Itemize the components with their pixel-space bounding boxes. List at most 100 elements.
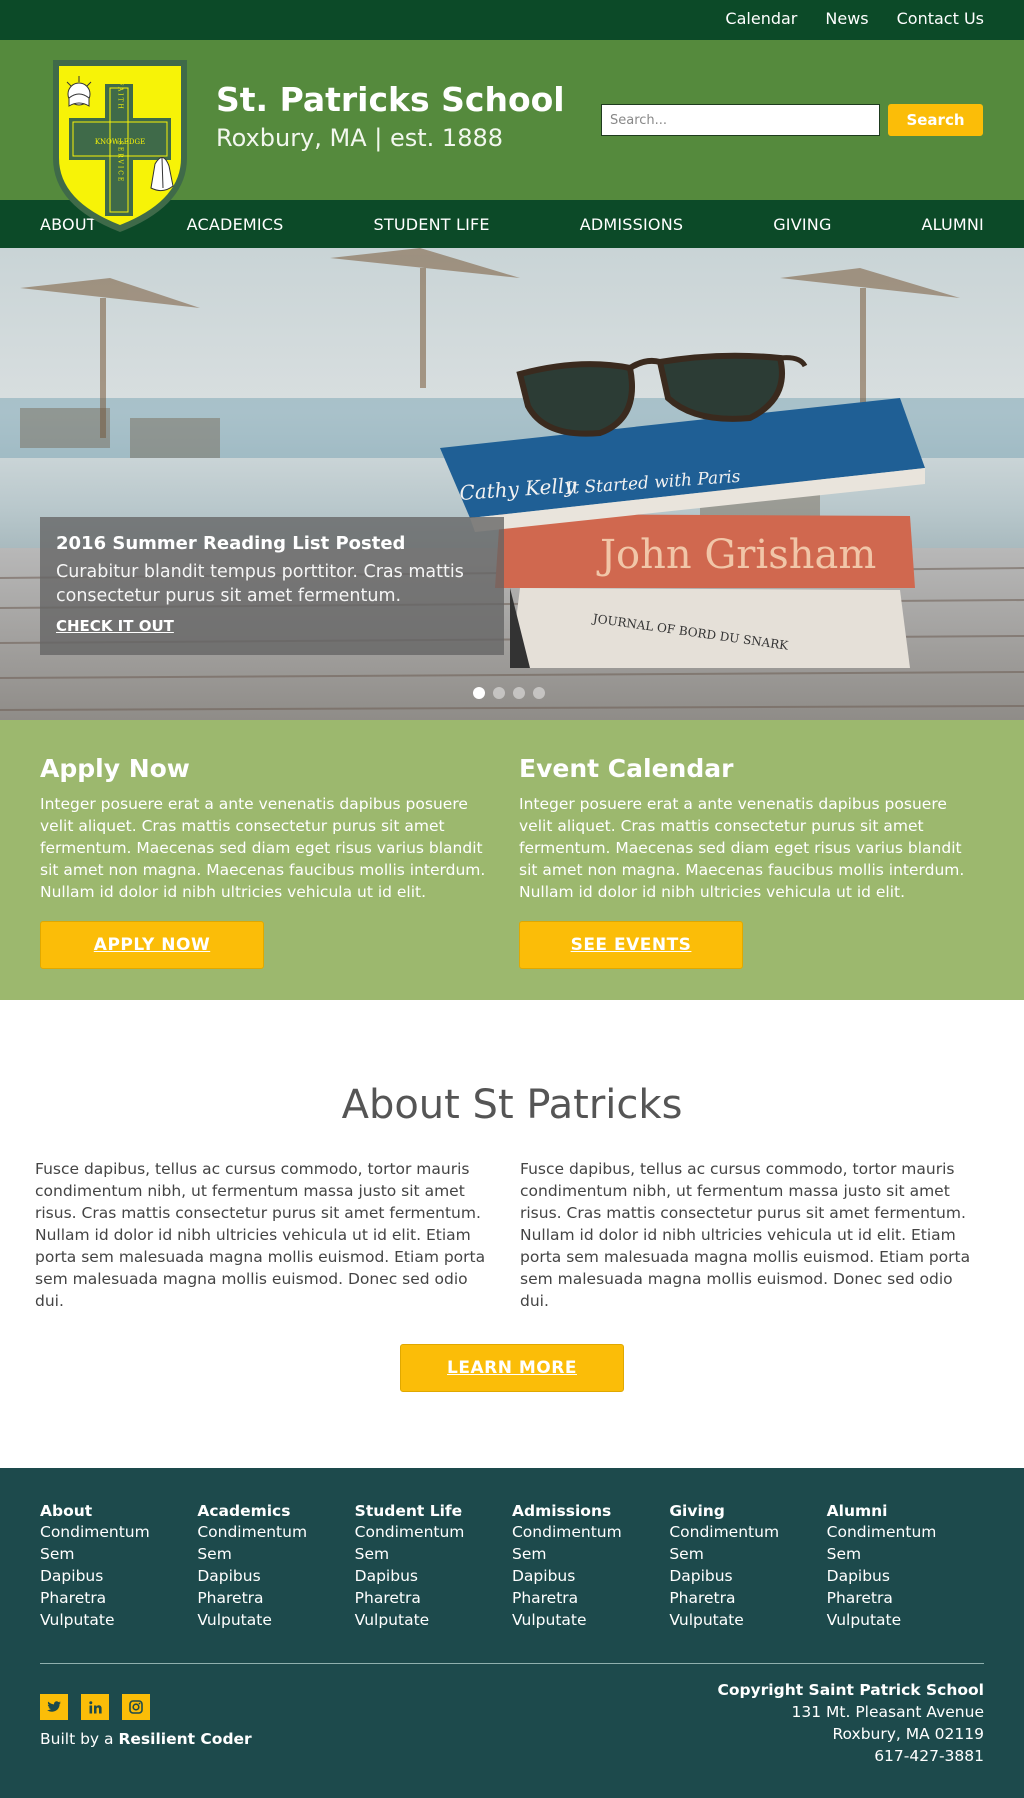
- footer-column-academics: Academics Condimentum Sem Dapibus Pharet…: [197, 1502, 354, 1631]
- address-line-1: 131 Mt. Pleasant Avenue: [791, 1703, 985, 1721]
- footer-column-giving: Giving Condimentum Sem Dapibus Pharetra …: [669, 1502, 826, 1631]
- cta-section: Apply Now Integer posuere erat a ante ve…: [0, 720, 1024, 1000]
- about-text-right: Fusce dapibus, tellus ac cursus commodo,…: [520, 1160, 971, 1310]
- footer-link[interactable]: Condimentum: [827, 1521, 984, 1543]
- about-title: About St Patricks: [341, 1082, 683, 1128]
- footer-link[interactable]: Dapibus: [197, 1565, 354, 1587]
- footer-link[interactable]: Vulputate: [40, 1609, 197, 1631]
- footer-column-title[interactable]: Admissions: [512, 1502, 669, 1520]
- footer-column-title[interactable]: About: [40, 1502, 197, 1520]
- footer-column-title[interactable]: Academics: [197, 1502, 354, 1520]
- calendar-link[interactable]: Calendar: [725, 9, 797, 28]
- footer-link[interactable]: Sem: [355, 1543, 512, 1565]
- footer-link[interactable]: Sem: [669, 1543, 826, 1565]
- footer-link[interactable]: Sem: [827, 1543, 984, 1565]
- footer-link[interactable]: Vulputate: [197, 1609, 354, 1631]
- event-calendar-panel: Event Calendar Integer posuere erat a an…: [519, 754, 968, 1000]
- about-section: About St Patricks Fusce dapibus, tellus …: [0, 1000, 1024, 1468]
- built-by-prefix: Built by a: [40, 1730, 114, 1748]
- nav-item-alumni[interactable]: ALUMNI: [922, 215, 984, 234]
- school-name[interactable]: St. Patricks School: [216, 80, 565, 120]
- footer-link[interactable]: Vulputate: [512, 1609, 669, 1631]
- see-events-button[interactable]: SEE EVENTS: [519, 921, 743, 969]
- footer-link[interactable]: Vulputate: [827, 1609, 984, 1631]
- site-header: KNOWLEDGE FAITH SERVICE St. Patricks Sch…: [0, 40, 1024, 232]
- footer-link[interactable]: Pharetra: [512, 1587, 669, 1609]
- footer-link[interactable]: Vulputate: [355, 1609, 512, 1631]
- svg-text:SERVICE: SERVICE: [117, 141, 124, 183]
- carousel-dot-1[interactable]: [473, 687, 485, 699]
- footer-link[interactable]: Dapibus: [40, 1565, 197, 1587]
- instagram-icon[interactable]: [122, 1694, 150, 1720]
- footer-link[interactable]: Dapibus: [512, 1565, 669, 1587]
- footer-divider: [40, 1663, 984, 1664]
- carousel-dot-4[interactable]: [533, 687, 545, 699]
- svg-text:FAITH: FAITH: [117, 81, 124, 111]
- footer-column-about: About Condimentum Sem Dapibus Pharetra V…: [40, 1502, 197, 1631]
- caption-title: 2016 Summer Reading List Posted: [56, 533, 406, 554]
- footer-link[interactable]: Sem: [197, 1543, 354, 1565]
- search-input[interactable]: [601, 104, 880, 136]
- footer-column-title[interactable]: Alumni: [827, 1502, 984, 1520]
- apply-now-title: Apply Now: [40, 754, 190, 783]
- utility-links: Calendar News Contact Us: [725, 9, 984, 28]
- svg-text:John Grisham: John Grisham: [596, 532, 876, 578]
- nav-item-admissions[interactable]: ADMISSIONS: [580, 215, 684, 234]
- footer-link[interactable]: Vulputate: [669, 1609, 826, 1631]
- phone-number[interactable]: 617-427-3881: [717, 1745, 984, 1767]
- footer-link[interactable]: Pharetra: [355, 1587, 512, 1609]
- footer-link[interactable]: Sem: [512, 1543, 669, 1565]
- built-by-name[interactable]: Resilient Coder: [118, 1730, 251, 1748]
- footer-column-title[interactable]: Student Life: [355, 1502, 512, 1520]
- nav-item-student-life[interactable]: STUDENT LIFE: [374, 215, 490, 234]
- caption-text: Curabitur blandit tempus porttitor. Cras…: [56, 562, 464, 606]
- copyright-text: Copyright Saint Patrick School: [717, 1681, 984, 1699]
- footer-link[interactable]: Dapibus: [669, 1565, 826, 1587]
- school-crest-logo[interactable]: KNOWLEDGE FAITH SERVICE: [47, 54, 193, 236]
- school-brand: St. Patricks School Roxbury, MA | est. 1…: [216, 80, 565, 152]
- footer-link[interactable]: Condimentum: [669, 1521, 826, 1543]
- learn-more-button[interactable]: LEARN MORE: [400, 1344, 624, 1392]
- footer-link[interactable]: Pharetra: [669, 1587, 826, 1609]
- footer-link[interactable]: Dapibus: [355, 1565, 512, 1587]
- footer-link[interactable]: Pharetra: [197, 1587, 354, 1609]
- top-utility-bar: Calendar News Contact Us: [0, 0, 1024, 40]
- check-it-out-link[interactable]: CHECK IT OUT: [56, 617, 174, 635]
- apply-now-panel: Apply Now Integer posuere erat a ante ve…: [40, 754, 489, 1000]
- footer-link[interactable]: Sem: [40, 1543, 197, 1565]
- about-text-left: Fusce dapibus, tellus ac cursus commodo,…: [35, 1160, 486, 1310]
- footer-link[interactable]: Pharetra: [827, 1587, 984, 1609]
- about-columns: Fusce dapibus, tellus ac cursus commodo,…: [0, 1158, 1024, 1312]
- apply-now-button[interactable]: APPLY NOW: [40, 921, 264, 969]
- footer-column-admissions: Admissions Condimentum Sem Dapibus Phare…: [512, 1502, 669, 1631]
- hero-caption: 2016 Summer Reading List Posted Curabitu…: [40, 517, 504, 655]
- apply-now-text: Integer posuere erat a ante venenatis da…: [40, 795, 486, 901]
- carousel-dot-3[interactable]: [513, 687, 525, 699]
- carousel-dot-2[interactable]: [493, 687, 505, 699]
- event-calendar-text: Integer posuere erat a ante venenatis da…: [519, 795, 965, 901]
- social-links: [40, 1694, 150, 1720]
- site-footer: About Condimentum Sem Dapibus Pharetra V…: [0, 1468, 1024, 1798]
- built-by: Built by a Resilient Coder: [40, 1730, 252, 1748]
- school-subtitle: Roxbury, MA | est. 1888: [216, 123, 504, 152]
- footer-link[interactable]: Condimentum: [355, 1521, 512, 1543]
- footer-link[interactable]: Pharetra: [40, 1587, 197, 1609]
- footer-link[interactable]: Condimentum: [197, 1521, 354, 1543]
- footer-link[interactable]: Condimentum: [40, 1521, 197, 1543]
- twitter-icon[interactable]: [40, 1694, 68, 1720]
- footer-link[interactable]: Dapibus: [827, 1565, 984, 1587]
- footer-link[interactable]: Condimentum: [512, 1521, 669, 1543]
- contact-us-link[interactable]: Contact Us: [897, 9, 984, 28]
- news-link[interactable]: News: [825, 9, 868, 28]
- nav-item-giving[interactable]: GIVING: [773, 215, 831, 234]
- footer-column-student-life: Student Life Condimentum Sem Dapibus Pha…: [355, 1502, 512, 1631]
- footer-column-title[interactable]: Giving: [669, 1502, 826, 1520]
- address-line-2: Roxbury, MA 02119: [832, 1725, 984, 1743]
- search-form: Search: [601, 104, 983, 136]
- linkedin-icon[interactable]: [81, 1694, 109, 1720]
- nav-item-academics[interactable]: ACADEMICS: [187, 215, 284, 234]
- hero-carousel: JOURNAL OF BORD DU SNARK John Grisham Ca…: [0, 248, 1024, 720]
- footer-columns: About Condimentum Sem Dapibus Pharetra V…: [40, 1502, 984, 1631]
- search-button[interactable]: Search: [888, 104, 983, 136]
- footer-column-alumni: Alumni Condimentum Sem Dapibus Pharetra …: [827, 1502, 984, 1631]
